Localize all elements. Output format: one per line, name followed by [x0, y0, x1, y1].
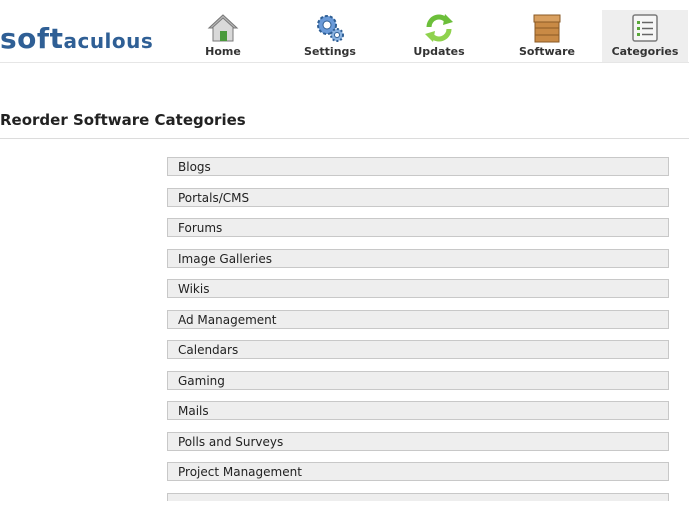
category-row[interactable]: Wikis: [167, 279, 669, 298]
updates-arrows-icon: [425, 14, 453, 42]
category-row[interactable]: Forums: [167, 218, 669, 237]
nav-updates-label: Updates: [413, 45, 465, 58]
software-box-icon: [533, 14, 561, 43]
page-title: Reorder Software Categories: [0, 111, 246, 129]
nav-home-label: Home: [205, 45, 241, 58]
softaculous-logo[interactable]: softaculous: [0, 22, 154, 55]
title-divider: [0, 138, 689, 139]
category-row[interactable]: Blogs: [167, 157, 669, 176]
settings-gears-icon: [317, 15, 344, 42]
categories-list-icon: [632, 14, 658, 42]
category-row[interactable]: Ad Management: [167, 309, 669, 329]
nav-home[interactable]: Home: [180, 10, 266, 62]
category-row[interactable]: Polls and Surveys: [167, 431, 669, 451]
nav-software[interactable]: Software: [504, 10, 590, 62]
logo-text-aculous: aculous: [63, 29, 154, 53]
category-row[interactable]: Project Management: [167, 462, 669, 481]
home-icon: [207, 14, 239, 42]
top-navbar: softaculous Home Settings Updates Softwa…: [0, 0, 689, 63]
category-row[interactable]: Gaming: [167, 370, 669, 390]
category-row[interactable]: Portals/CMS: [167, 187, 669, 207]
nav-updates[interactable]: Updates: [396, 10, 482, 62]
category-row[interactable]: Image Galleries: [167, 248, 669, 268]
category-row[interactable]: Calendars: [167, 340, 669, 359]
nav-software-label: Software: [519, 45, 575, 58]
sortable-category-list: Blogs Portals/CMS Forums Image Galleries…: [167, 157, 669, 512]
category-row-partial[interactable]: [167, 492, 669, 501]
nav-settings[interactable]: Settings: [287, 10, 373, 62]
logo-text-soft: soft: [0, 22, 64, 55]
nav-settings-label: Settings: [304, 45, 356, 58]
category-row[interactable]: Mails: [167, 401, 669, 420]
nav-categories-label: Categories: [611, 45, 679, 58]
nav-categories[interactable]: Categories: [602, 10, 688, 62]
